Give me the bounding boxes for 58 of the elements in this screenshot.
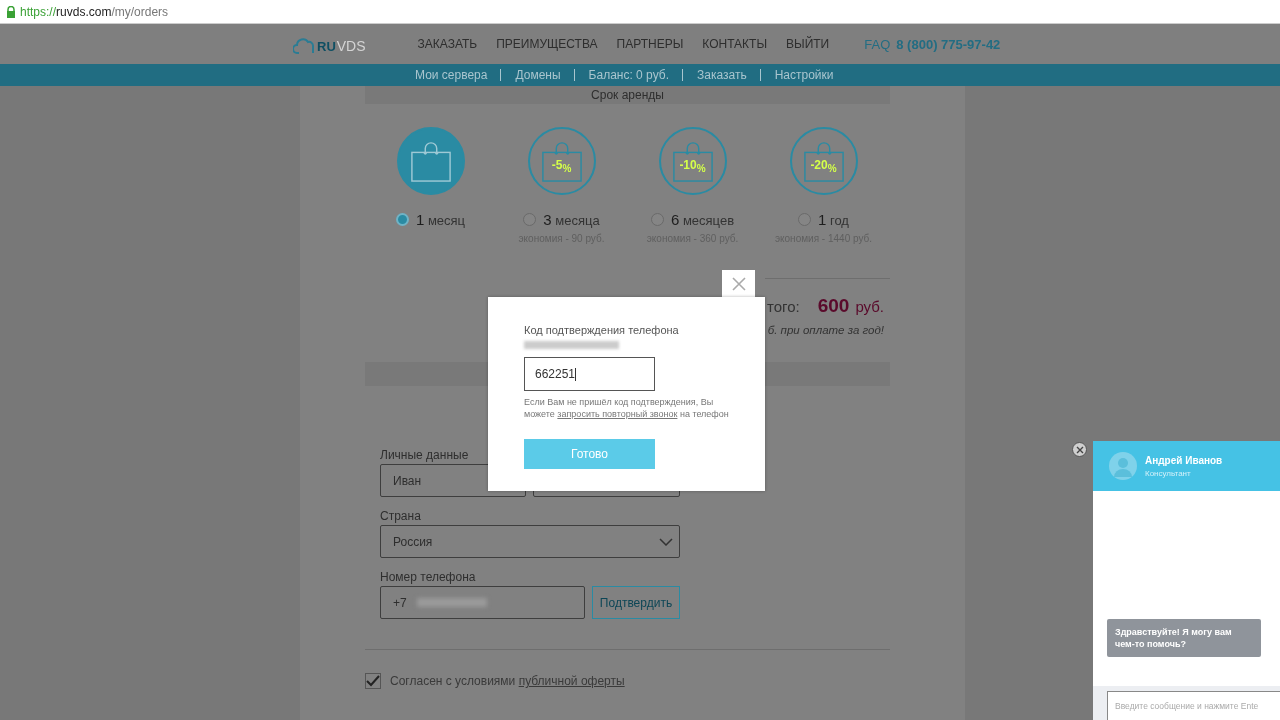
country-select[interactable]: Россия (380, 525, 680, 558)
plan-label: 3 месяца (543, 210, 600, 228)
radio-button[interactable] (523, 212, 537, 226)
radio-button[interactable] (650, 212, 664, 226)
avatar-icon (1109, 452, 1137, 480)
nav-link[interactable]: ПРЕИМУЩЕСТВА (496, 37, 598, 51)
agent-role: Консультант (1145, 468, 1192, 478)
done-button[interactable]: Готово (524, 439, 655, 469)
offer-link[interactable]: публичной оферты (518, 674, 625, 688)
close-icon (731, 277, 746, 291)
plan-circle[interactable]: -20$_{%}$ (789, 127, 858, 195)
address-bar[interactable]: https://ruvds.com/my/orders (0, 0, 1280, 24)
message-input[interactable]: Введите сообщение и нажмите Ente (1107, 691, 1280, 720)
chat-message: Здравствуйте! Я могу вам чем-то помочь? (1107, 619, 1261, 657)
agreement-text: Согласен с условиями публичной оферты (390, 674, 625, 688)
sub-nav-link[interactable]: Домены (500, 69, 574, 81)
close-icon (1075, 445, 1084, 454)
agent-name: Андрей Иванов (1145, 454, 1223, 466)
logo-text: RU (317, 39, 336, 54)
discount-label: -10$_{%}$ (679, 158, 706, 175)
lock-icon (6, 5, 16, 18)
plan-circle[interactable]: -10$_{%}$ (658, 127, 727, 195)
plan-label: 6 месяцев (670, 210, 735, 228)
nav-link[interactable]: ПАРТНЕРЫ (616, 37, 684, 51)
discount-note: б. при оплате за год! (767, 324, 884, 336)
currency-text: руб. (855, 298, 884, 315)
callback-link[interactable]: запросить повторный звонок (557, 409, 678, 419)
sub-nav-link[interactable]: Настройки (759, 69, 847, 81)
logo-text: VDS (336, 38, 366, 54)
nav-link[interactable]: КОНТАКТЫ (702, 37, 768, 51)
phone-field[interactable]: +7 (380, 586, 585, 619)
nav-link[interactable]: ЗАКАЗАТЬ (417, 37, 478, 51)
radio-button[interactable] (395, 212, 409, 226)
sub-nav-link[interactable]: Заказать (682, 69, 760, 81)
confirm-button[interactable]: Подтвердить (592, 586, 680, 619)
sub-nav-link[interactable]: Мои сервера (415, 68, 501, 82)
dialog-title: Код подтверждения телефона (524, 324, 680, 336)
field-label: Страна (380, 509, 421, 523)
total-label: того: (767, 298, 800, 315)
sub-nav-link[interactable]: Баланс: 0 руб. (573, 69, 682, 81)
close-button[interactable] (1072, 442, 1087, 457)
plan-circle[interactable]: -5$_{%}$ (527, 127, 596, 195)
help-text: Если Вам не пришёл код подтверждения, Вы можете запросить повторный звонок на телефон (524, 396, 730, 420)
radio-button[interactable] (798, 212, 811, 226)
redacted-phone (416, 598, 487, 607)
discount-label: -5$_{%}$ (551, 158, 572, 175)
plan-label: 1 год (818, 210, 849, 228)
discount-label: -20$_{%}$ (810, 158, 837, 175)
field-label: Номер телефона (380, 570, 476, 584)
total-amount: 600 (817, 295, 850, 317)
phone-number: 8 (800) 775-97-42 (896, 36, 1001, 52)
code-field[interactable]: 662251 (524, 357, 655, 391)
nav-link[interactable]: ВЫЙТИ (786, 37, 830, 51)
plan-label: 1 месяц (415, 210, 466, 228)
checkbox[interactable] (365, 673, 381, 689)
field-label: Личные данные (380, 448, 469, 462)
chevron-down-icon (659, 537, 673, 546)
section-title: Срок аренды (591, 88, 664, 102)
